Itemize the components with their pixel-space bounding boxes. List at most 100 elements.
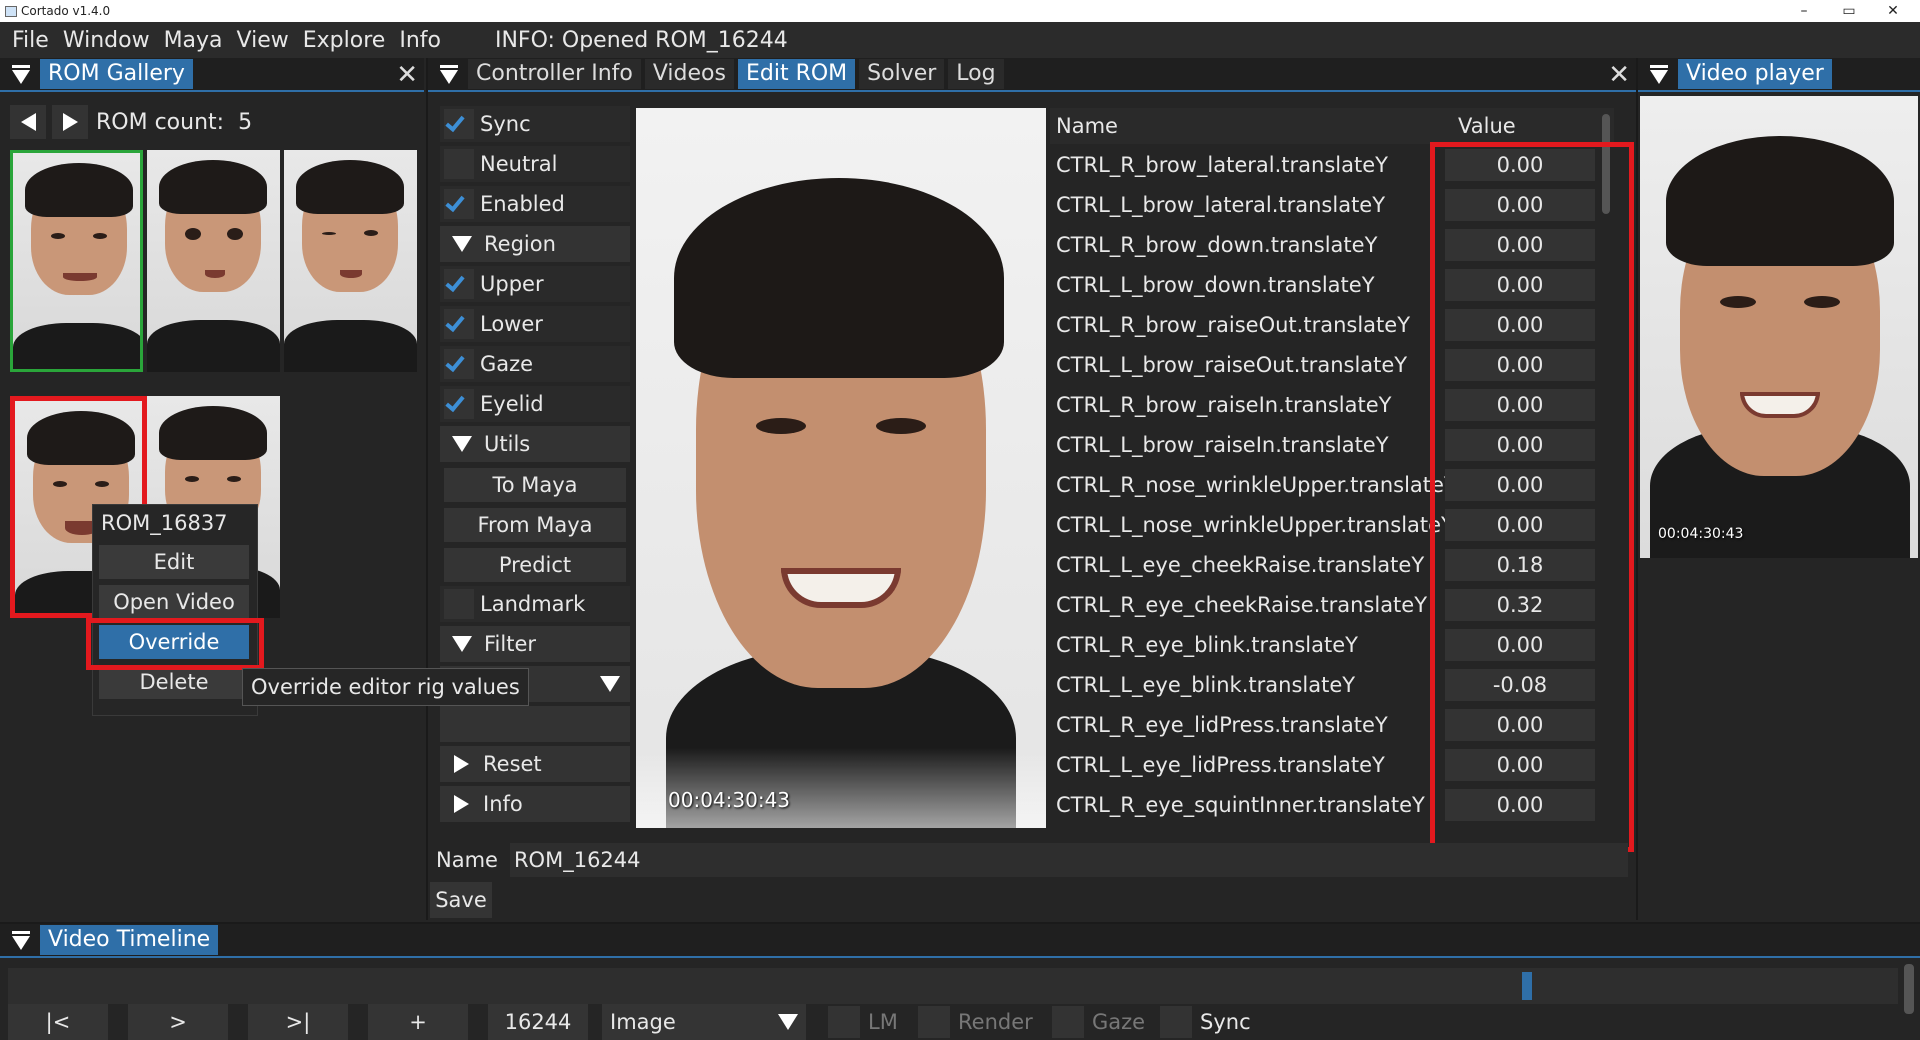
status-message: INFO: Opened ROM_16244 [494, 27, 788, 53]
video-player-timestamp: 00:04:30:43 [1658, 526, 1744, 542]
tab-log[interactable]: Log [948, 59, 1004, 89]
rom-count-value: 5 [238, 109, 253, 135]
to-maya-button[interactable]: To Maya [444, 468, 626, 502]
close-icon[interactable]: ✕ [1608, 62, 1630, 88]
tab-videos[interactable]: Videos [644, 59, 734, 89]
tab-rom-gallery[interactable]: ROM Gallery [40, 59, 193, 89]
context-open-video[interactable]: Open Video [99, 585, 249, 619]
timeline-track[interactable] [8, 968, 1898, 1004]
arrow-left-icon [20, 113, 36, 131]
window-title: Cortado v1.4.0 [21, 4, 111, 18]
tab-edit-rom[interactable]: Edit ROM [737, 59, 856, 89]
close-window-button[interactable]: ✕ [1873, 0, 1913, 22]
upper-checkbox[interactable]: Upper [440, 266, 630, 302]
tab-solver[interactable]: Solver [859, 59, 945, 89]
add-button[interactable]: + [368, 1004, 468, 1040]
lower-checkbox[interactable]: Lower [440, 306, 630, 342]
eyelid-checkbox[interactable]: Eyelid [440, 386, 630, 422]
maximize-button[interactable]: ▭ [1829, 0, 1869, 22]
rom-gallery-panel: ROM Gallery ✕ ROM count: 5 ROM_16837 Edi… [0, 58, 424, 920]
tooltip: Override editor rig values [242, 668, 529, 706]
tab-video-timeline[interactable]: Video Timeline [40, 925, 219, 955]
region-section[interactable]: Region [440, 226, 630, 262]
center-tabbar: Controller Info Videos Edit ROM Solver L… [428, 58, 1636, 92]
render-toggle[interactable]: Render [918, 1004, 1058, 1040]
prev-rom-button[interactable] [10, 105, 46, 139]
last-frame-button[interactable]: >| [248, 1004, 348, 1040]
filter-section[interactable]: Filter [440, 626, 630, 662]
filter-input[interactable] [440, 706, 630, 742]
hair [1666, 136, 1894, 266]
menu-maya[interactable]: Maya [152, 28, 223, 53]
utils-section[interactable]: Utils [440, 426, 630, 462]
video-player-panel: Video player 00:04:30:43 [1636, 58, 1920, 920]
context-delete[interactable]: Delete [99, 665, 249, 699]
left-eye [756, 418, 806, 434]
name-input[interactable]: ROM_16244 [509, 843, 1628, 877]
rom-thumbnail[interactable] [147, 150, 280, 372]
save-button[interactable]: Save [430, 882, 492, 918]
controller-name: CTRL_R_nose_wrinkleUpper.translateY [1056, 473, 1445, 497]
rom-video-frame[interactable]: 00:04:30:43 [636, 108, 1046, 828]
tab-video-player[interactable]: Video player [1678, 59, 1832, 89]
sync-toggle[interactable]: Sync [1160, 1004, 1270, 1040]
rom-nav: ROM count: 5 [10, 105, 252, 139]
controller-name: CTRL_R_eye_lidPress.translateY [1056, 713, 1388, 737]
controller-name: CTRL_R_eye_blink.translateY [1056, 633, 1358, 657]
menu-info[interactable]: Info [387, 28, 441, 53]
rom-gallery-tabbar: ROM Gallery ✕ [0, 58, 424, 92]
timeline-tabbar: Video Timeline [0, 924, 1920, 958]
title-bar: Cortado v1.4.0 – ▭ ✕ [0, 0, 1920, 22]
close-icon[interactable]: ✕ [396, 62, 418, 88]
rom-thumbnail[interactable] [284, 150, 417, 372]
landmark-checkbox[interactable]: Landmark [440, 586, 630, 622]
name-row: Name ROM_16244 [436, 842, 1628, 878]
chevron-down-icon [452, 436, 472, 452]
panel-menu-icon[interactable] [10, 64, 32, 84]
menu-view[interactable]: View [225, 28, 289, 53]
mode-select[interactable]: Image [602, 1004, 806, 1040]
neutral-checkbox[interactable]: Neutral [440, 146, 630, 182]
sync-checkbox[interactable]: Sync [440, 106, 630, 142]
column-name-header: Name [1056, 114, 1118, 138]
frame-input[interactable]: 16244 [488, 1004, 588, 1040]
next-rom-button[interactable] [52, 105, 88, 139]
column-value-header: Value [1458, 114, 1516, 138]
timeline-scrollbar[interactable] [1904, 964, 1914, 1014]
menu-file[interactable]: File [0, 28, 49, 53]
edit-rom-options: Sync Neutral Enabled Region Upper Lower … [440, 106, 632, 886]
predict-button[interactable]: Predict [444, 548, 626, 582]
panel-menu-icon[interactable] [10, 930, 32, 950]
first-frame-button[interactable]: |< [8, 1004, 108, 1040]
gaze-toggle[interactable]: Gaze [1052, 1004, 1162, 1040]
from-maya-button[interactable]: From Maya [444, 508, 626, 542]
controller-name: CTRL_R_brow_down.translateY [1056, 233, 1378, 257]
table-header: Name Value [1050, 108, 1614, 144]
enabled-checkbox[interactable]: Enabled [440, 186, 630, 222]
reset-section[interactable]: Reset [440, 746, 630, 782]
rom-thumbnail[interactable] [10, 150, 143, 372]
tab-controller-info[interactable]: Controller Info [468, 59, 641, 89]
controller-name: CTRL_R_eye_squintInner.translateY [1056, 793, 1425, 817]
video-player-frame[interactable]: 00:04:30:43 [1640, 96, 1918, 558]
right-eye [876, 418, 926, 434]
controller-name: CTRL_L_brow_raiseOut.translateY [1056, 353, 1408, 377]
minimize-button[interactable]: – [1784, 0, 1824, 22]
gaze-checkbox[interactable]: Gaze [440, 346, 630, 382]
panel-menu-icon[interactable] [1648, 64, 1670, 84]
controller-name: CTRL_R_brow_raiseOut.translateY [1056, 313, 1411, 337]
lm-toggle[interactable]: LM [828, 1004, 928, 1040]
checkmark-icon [445, 111, 465, 133]
left-eye [1720, 296, 1756, 308]
timeline-playhead[interactable] [1522, 972, 1532, 1000]
app-icon [5, 5, 17, 17]
controller-name: CTRL_L_brow_down.translateY [1056, 273, 1375, 297]
context-edit[interactable]: Edit [99, 545, 249, 579]
controller-name: CTRL_R_brow_raiseIn.translateY [1056, 393, 1392, 417]
panel-menu-icon[interactable] [438, 64, 460, 84]
play-button[interactable]: > [128, 1004, 228, 1040]
info-section[interactable]: Info [440, 786, 630, 822]
values-highlight [1430, 142, 1634, 852]
menu-window[interactable]: Window [51, 28, 150, 53]
menu-explore[interactable]: Explore [291, 28, 386, 53]
